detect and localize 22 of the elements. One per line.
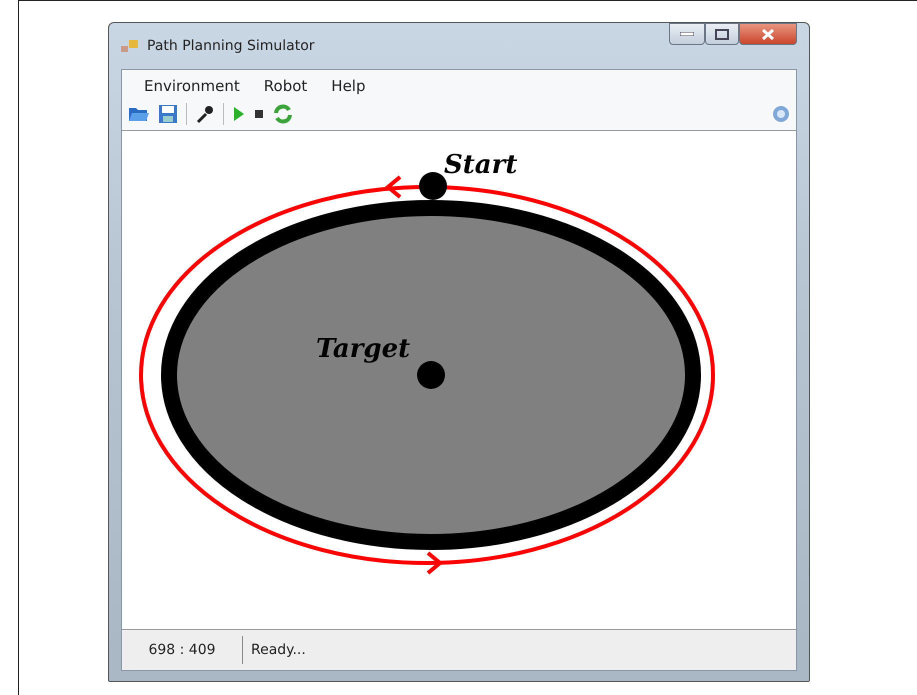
menu-item[interactable]: Robot bbox=[254, 74, 318, 98]
status-message: Ready... bbox=[250, 642, 306, 658]
close-button[interactable] bbox=[739, 23, 797, 45]
close-icon bbox=[762, 28, 774, 40]
menu-item[interactable]: Help bbox=[321, 74, 376, 98]
maximize-button[interactable] bbox=[705, 23, 739, 45]
menu-item[interactable]: Environment bbox=[134, 74, 250, 98]
stop-icon[interactable] bbox=[254, 109, 264, 119]
save-icon[interactable] bbox=[158, 104, 178, 124]
target-label: Target bbox=[316, 334, 410, 364]
app-icon bbox=[121, 38, 139, 54]
minimize-button[interactable] bbox=[669, 23, 705, 45]
start-point bbox=[419, 172, 447, 200]
open-folder-icon[interactable] bbox=[128, 105, 150, 123]
play-icon[interactable] bbox=[232, 105, 246, 123]
refresh-icon[interactable] bbox=[272, 103, 294, 125]
target-point bbox=[417, 361, 445, 389]
window-title: Path Planning Simulator bbox=[147, 38, 315, 54]
minimize-icon bbox=[680, 32, 694, 36]
coordinates-text: 698 : 409 bbox=[122, 636, 243, 664]
maximize-icon bbox=[715, 28, 729, 40]
start-label: Start bbox=[444, 150, 518, 180]
